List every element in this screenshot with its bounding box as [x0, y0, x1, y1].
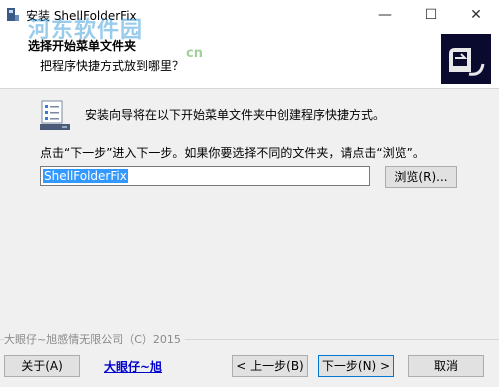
- intro-text: 安装向导将在以下开始菜单文件夹中创建程序快捷方式。: [85, 108, 386, 122]
- maximize-button[interactable]: ☐: [408, 0, 454, 30]
- browse-button[interactable]: 浏览(R)...: [385, 166, 457, 188]
- watermark-url: cn: [186, 46, 203, 61]
- minimize-button[interactable]: —: [362, 0, 408, 30]
- instruction-text: 点击“下一步”进入下一步。如果你要选择不同的文件夹，请点击“浏览”。: [40, 146, 425, 160]
- back-button[interactable]: < 上一步(B): [232, 355, 308, 377]
- folder-input-value: ShellFolderFix: [43, 169, 128, 183]
- start-menu-folder-input[interactable]: ShellFolderFix: [40, 166, 370, 186]
- installer-logo-icon: [441, 34, 491, 84]
- about-button[interactable]: 关于(A): [4, 355, 80, 377]
- copyright-text: 大眼仔~旭感情无限公司（C）2015: [4, 331, 185, 347]
- close-button[interactable]: ✕: [453, 0, 499, 30]
- watermark-text: 河东软件园: [28, 18, 144, 43]
- installer-app-icon: [7, 8, 19, 21]
- page-subtitle: 把程序快捷方式放到哪里？: [40, 59, 185, 73]
- shortcut-folder-icon: [40, 100, 70, 130]
- cancel-button[interactable]: 取消: [408, 355, 484, 377]
- next-button[interactable]: 下一步(N) >: [318, 355, 394, 377]
- author-link[interactable]: 大眼仔~旭: [104, 358, 162, 375]
